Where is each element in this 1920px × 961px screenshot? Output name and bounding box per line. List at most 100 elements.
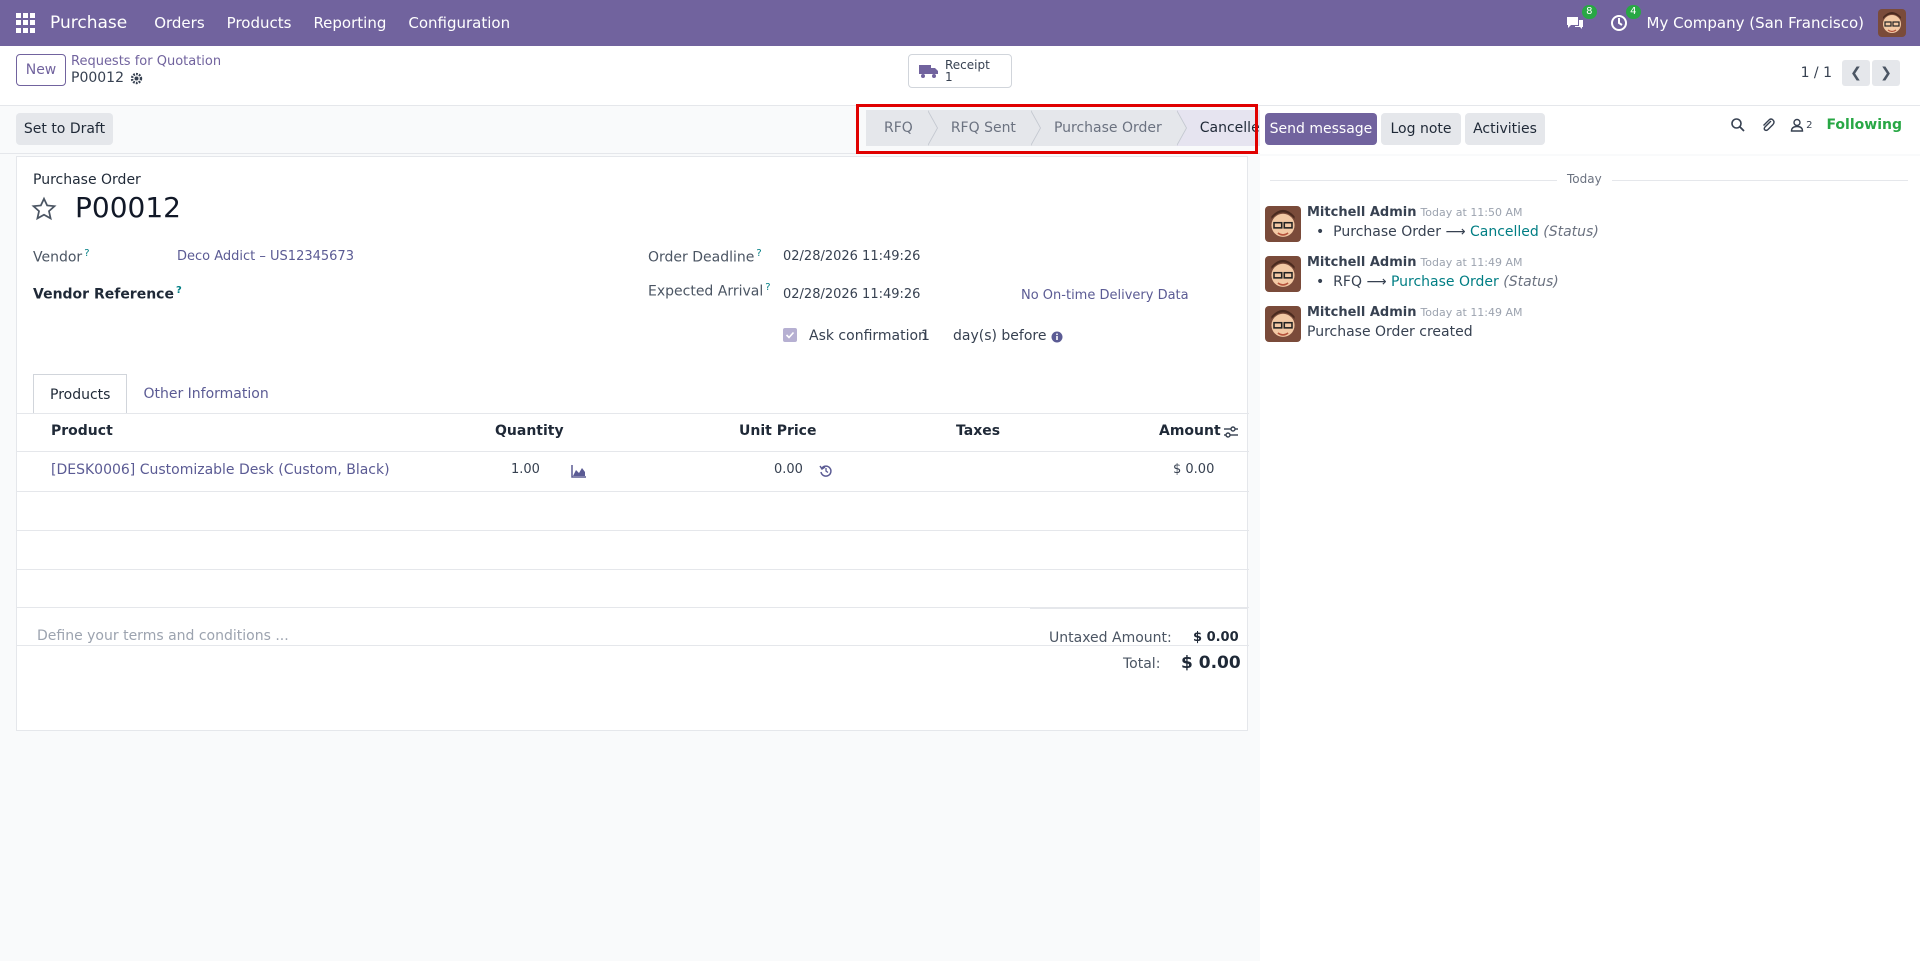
ask-confirmation-checkbox[interactable] (783, 328, 797, 342)
followers-count: 2 (1806, 119, 1813, 131)
send-message-button[interactable]: Send message (1265, 113, 1377, 145)
vendor-label-text: Vendor (33, 249, 83, 266)
highlight-box (856, 104, 1258, 154)
row-divider (17, 491, 1249, 492)
message-time: Today at 11:49 AM (1420, 306, 1523, 319)
line-product[interactable]: [DESK0006] Customizable Desk (Custom, Bl… (51, 462, 390, 478)
table-row[interactable]: [DESK0006] Customizable Desk (Custom, Bl… (17, 452, 1249, 491)
gear-icon[interactable] (130, 72, 143, 85)
bullet: • (1316, 224, 1334, 240)
vendor-help-icon[interactable]: ? (84, 248, 89, 259)
ontime-delivery-button[interactable]: No On-time Delivery Data (1021, 288, 1189, 303)
menu-reporting[interactable]: Reporting (313, 14, 386, 32)
tab-products[interactable]: Products (33, 374, 128, 414)
search-icon[interactable] (1730, 117, 1746, 133)
history-icon[interactable] (819, 464, 833, 478)
order-deadline-label: Order Deadline? (648, 248, 762, 266)
pager: 1 / 1 ❮ ❯ (1801, 60, 1900, 86)
company-switcher[interactable]: My Company (San Francisco) (1647, 14, 1864, 32)
vendor-reference-help-icon[interactable]: ? (176, 285, 182, 296)
terms-conditions-field[interactable]: Define your terms and conditions ... (37, 628, 289, 644)
vendor-label: Vendor? (33, 248, 90, 266)
record-title: P00012 (75, 191, 181, 224)
activities-button[interactable]: Activities (1465, 113, 1545, 145)
info-icon[interactable] (1051, 331, 1063, 343)
messages-icon[interactable]: 8 (1565, 5, 1597, 33)
following-button[interactable]: Following (1826, 117, 1902, 133)
set-to-draft-button[interactable]: Set to Draft (16, 113, 113, 145)
column-amount[interactable]: Amount (1159, 423, 1221, 439)
receipt-smart-button[interactable]: Receipt 1 (908, 54, 1012, 88)
check-icon (785, 331, 795, 339)
chevron-left-icon: ❮ (1850, 65, 1862, 81)
arrow-icon: ⟶ (1445, 224, 1466, 240)
row-divider (17, 530, 1249, 531)
control-panel: New Requests for Quotation P00012 Receip… (0, 46, 1920, 106)
forecast-chart-icon[interactable] (571, 464, 587, 478)
message-author-name[interactable]: Mitchell Admin (1307, 305, 1416, 320)
message-time: Today at 11:49 AM (1420, 256, 1523, 269)
vendor-reference-label: Vendor Reference? (33, 285, 182, 303)
column-product[interactable]: Product (51, 423, 113, 439)
pager-previous-button[interactable]: ❮ (1842, 60, 1870, 86)
line-amount: $ 0.00 (1173, 462, 1215, 477)
tab-other-information[interactable]: Other Information (127, 374, 284, 414)
order-deadline-help-icon[interactable]: ? (756, 248, 761, 259)
menu-orders[interactable]: Orders (154, 14, 204, 32)
optional-columns-icon[interactable] (1223, 425, 1239, 439)
order-deadline-field[interactable]: 02/28/2026 11:49:26 (783, 249, 920, 264)
log-note-button[interactable]: Log note (1381, 113, 1461, 145)
field-name: (Status) (1543, 224, 1599, 240)
avatar[interactable] (1265, 306, 1301, 342)
message-author-name[interactable]: Mitchell Admin (1307, 205, 1416, 220)
followers-button[interactable]: 2 (1790, 118, 1812, 132)
arrow-icon: ⟶ (1366, 274, 1387, 290)
tracking-value: • Purchase Order ⟶ Cancelled (Status) (1316, 224, 1599, 240)
old-value: RFQ (1333, 274, 1362, 290)
column-unit-price[interactable]: Unit Price (739, 423, 816, 439)
vendor-field[interactable]: Deco Addict – US12345673 (177, 249, 354, 264)
expected-arrival-label-text: Expected Arrival (648, 283, 764, 300)
tracking-value: • RFQ ⟶ Purchase Order (Status) (1316, 274, 1559, 290)
days-before-label: day(s) before (953, 328, 1047, 344)
field-name: (Status) (1503, 274, 1559, 290)
pager-value[interactable]: 1 / 1 (1801, 65, 1832, 81)
user-icon (1790, 118, 1804, 132)
column-taxes[interactable]: Taxes (956, 423, 1000, 439)
breadcrumb-requests-for-quotation[interactable]: Requests for Quotation (71, 54, 221, 69)
date-separator: Today (1557, 172, 1612, 186)
chevron-right-icon: ❯ (1880, 65, 1892, 81)
line-unit-price[interactable]: 0.00 (774, 462, 803, 477)
record-name: P00012 (71, 70, 143, 86)
message-author-name[interactable]: Mitchell Admin (1307, 255, 1416, 270)
new-button[interactable]: New (16, 54, 66, 86)
expected-arrival-field[interactable]: 02/28/2026 11:49:26 (783, 287, 920, 302)
expected-arrival-help-icon[interactable]: ? (765, 282, 770, 293)
menu-configuration[interactable]: Configuration (408, 14, 510, 32)
paperclip-icon[interactable] (1760, 117, 1776, 133)
user-avatar[interactable] (1878, 9, 1906, 37)
vendor-reference-label-text: Vendor Reference (33, 286, 174, 303)
record-name-label: P00012 (71, 70, 124, 86)
tabs-divider (17, 413, 1249, 414)
notebook-tabs: Products Other Information (33, 374, 285, 414)
expected-arrival-label: Expected Arrival? (648, 282, 771, 300)
avatar[interactable] (1265, 206, 1301, 242)
message-body: Purchase Order created (1307, 324, 1473, 340)
app-name[interactable]: Purchase (50, 13, 127, 33)
apps-menu-icon[interactable] (16, 13, 36, 33)
line-quantity[interactable]: 1.00 (511, 462, 540, 477)
total-value: $ 0.00 (1181, 653, 1241, 673)
message-time: Today at 11:50 AM (1420, 206, 1523, 219)
column-quantity[interactable]: Quantity (495, 423, 564, 439)
activities-badge: 4 (1626, 5, 1641, 19)
avatar[interactable] (1265, 256, 1301, 292)
pager-next-button[interactable]: ❯ (1872, 60, 1900, 86)
star-icon[interactable] (31, 196, 57, 222)
activities-icon[interactable]: 4 (1609, 5, 1641, 33)
menu-products[interactable]: Products (227, 14, 292, 32)
ask-confirmation-days-field[interactable]: 1 (921, 328, 930, 344)
truck-icon (919, 65, 938, 78)
form-sheet: Purchase Order P00012 Vendor? Deco Addic… (16, 156, 1249, 731)
untaxed-amount-value: $ 0.00 (1193, 630, 1239, 645)
